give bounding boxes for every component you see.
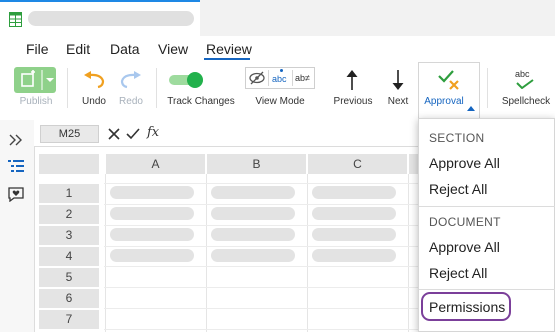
menu-data[interactable]: Data bbox=[110, 41, 140, 57]
view-mode-group[interactable]: abc ab≠ bbox=[245, 67, 315, 89]
cell-placeholder[interactable] bbox=[110, 207, 194, 220]
row-header[interactable]: 4 bbox=[39, 247, 99, 266]
column-header[interactable]: A bbox=[106, 154, 205, 174]
row-header[interactable]: 1 bbox=[39, 184, 99, 203]
approval-icon bbox=[437, 69, 461, 96]
view-mode-label: View Mode bbox=[255, 96, 305, 107]
arrow-down-icon[interactable] bbox=[391, 69, 405, 96]
undo-icon[interactable] bbox=[83, 71, 107, 94]
arrow-up-icon[interactable] bbox=[345, 69, 359, 96]
spellcheck-label[interactable]: Spellcheck bbox=[500, 96, 552, 107]
document-header: DOCUMENT bbox=[429, 215, 501, 229]
menu-divider bbox=[419, 289, 555, 290]
cell-placeholder[interactable] bbox=[211, 228, 295, 241]
cell-placeholder[interactable] bbox=[110, 186, 194, 199]
cancel-icon[interactable] bbox=[108, 127, 120, 145]
publish-label: Publish bbox=[19, 96, 53, 107]
document-title-placeholder bbox=[28, 11, 194, 26]
markup-abc-text: abc bbox=[272, 74, 287, 84]
next-label[interactable]: Next bbox=[382, 96, 414, 107]
row-header[interactable]: 7 bbox=[39, 310, 99, 329]
menu-active-indicator bbox=[204, 58, 250, 60]
redo-label: Redo bbox=[119, 96, 143, 107]
ribbon-separator bbox=[156, 68, 157, 108]
cell-placeholder[interactable] bbox=[211, 186, 295, 199]
undo-label[interactable]: Undo bbox=[79, 96, 109, 107]
left-sidebar bbox=[0, 120, 35, 332]
row-header[interactable]: 3 bbox=[39, 226, 99, 245]
name-box[interactable]: M25 bbox=[40, 125, 99, 143]
cell-placeholder[interactable] bbox=[110, 228, 194, 241]
menu-review[interactable]: Review bbox=[206, 41, 252, 57]
spreadsheet-icon bbox=[9, 12, 22, 32]
publish-button[interactable] bbox=[14, 67, 58, 93]
section-approve-all[interactable]: Approve All bbox=[429, 155, 500, 171]
outline-list-icon[interactable] bbox=[8, 159, 24, 178]
permissions-item[interactable]: Permissions bbox=[429, 299, 505, 315]
document-reject-all[interactable]: Reject All bbox=[429, 265, 487, 281]
cell-placeholder[interactable] bbox=[211, 207, 295, 220]
cell-placeholder[interactable] bbox=[312, 207, 396, 220]
menu-divider bbox=[419, 206, 555, 207]
show-markup-icon[interactable]: abc bbox=[271, 69, 291, 87]
menu-view[interactable]: View bbox=[158, 41, 188, 57]
menu-file[interactable]: File bbox=[26, 41, 49, 57]
menu-edit[interactable]: Edit bbox=[66, 41, 90, 57]
previous-label[interactable]: Previous bbox=[330, 96, 376, 107]
section-reject-all[interactable]: Reject All bbox=[429, 181, 487, 197]
cell-placeholder[interactable] bbox=[312, 186, 396, 199]
row-header[interactable]: 2 bbox=[39, 205, 99, 224]
redo-icon[interactable] bbox=[118, 71, 142, 94]
section-header: SECTION bbox=[429, 131, 485, 145]
markup-dot bbox=[280, 69, 283, 72]
toggle-knob bbox=[187, 72, 203, 88]
publish-icon bbox=[14, 67, 56, 98]
track-changes-toggle[interactable] bbox=[169, 72, 205, 88]
row-header[interactable]: 6 bbox=[39, 289, 99, 308]
ribbon-separator bbox=[67, 68, 68, 108]
function-icon[interactable]: fx bbox=[147, 125, 159, 140]
column-header[interactable]: C bbox=[308, 154, 407, 174]
spellcheck-abc-text: abc bbox=[515, 69, 530, 79]
cell-placeholder[interactable] bbox=[110, 249, 194, 262]
column-header[interactable]: B bbox=[207, 154, 306, 174]
ribbon-separator bbox=[487, 68, 488, 108]
cell-placeholder[interactable] bbox=[312, 228, 396, 241]
approval-label: Approval bbox=[424, 96, 464, 107]
track-changes-label: Track Changes bbox=[167, 96, 235, 107]
confirm-check-icon[interactable] bbox=[126, 127, 140, 145]
view-mode-divider bbox=[292, 70, 293, 86]
caret-up-icon bbox=[467, 98, 475, 116]
row-header[interactable]: 5 bbox=[39, 268, 99, 287]
document-approve-all[interactable]: Approve All bbox=[429, 239, 500, 255]
cell-placeholder[interactable] bbox=[312, 249, 396, 262]
view-mode-divider bbox=[268, 70, 269, 86]
column-header[interactable] bbox=[409, 154, 418, 174]
final-view-icon[interactable]: ab≠ bbox=[295, 73, 310, 83]
hide-markup-icon[interactable] bbox=[249, 71, 265, 90]
comment-heart-icon[interactable] bbox=[8, 187, 24, 207]
expand-sidebar-icon[interactable] bbox=[9, 133, 23, 151]
cell-placeholder[interactable] bbox=[211, 249, 295, 262]
spellcheck-icon[interactable]: abc bbox=[512, 69, 538, 91]
select-all-corner[interactable] bbox=[39, 154, 99, 174]
